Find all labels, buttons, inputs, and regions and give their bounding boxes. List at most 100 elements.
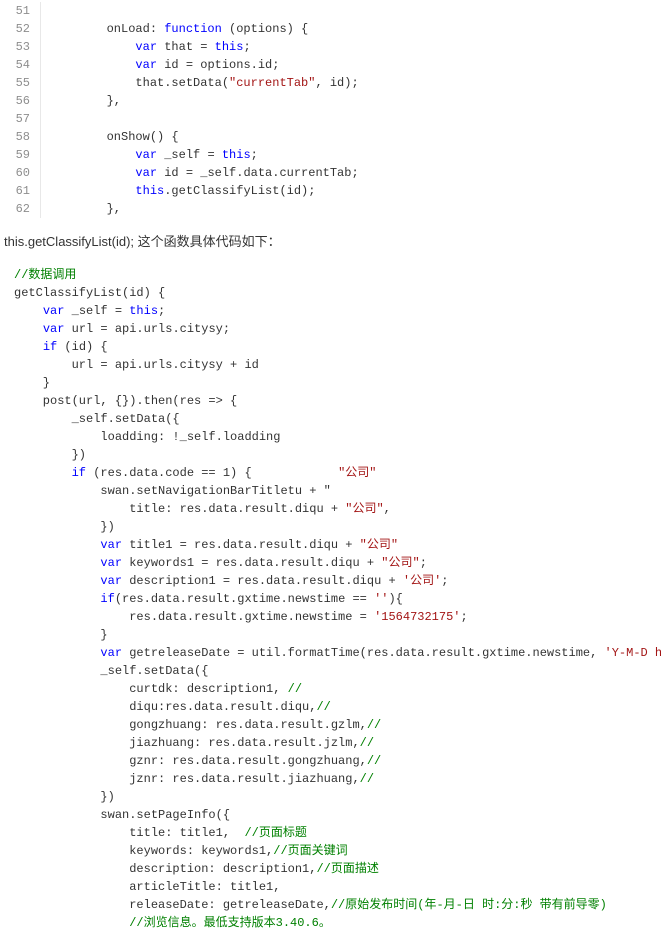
code-line: loadding: !_self.loadding: [14, 428, 661, 446]
code-line: var that = this;: [49, 38, 359, 56]
code-token: post(url, {}).then(res => {: [14, 394, 237, 408]
code-token: //原始发布时间(年-月-日 时:分:秒 带有前导零): [331, 898, 607, 912]
code-token: url = api.urls.citysy + id: [14, 358, 259, 372]
code-line: url = api.urls.citysy + id: [14, 356, 661, 374]
code-token: , id);: [315, 76, 358, 90]
code-token: title1 = res.data.result.diqu +: [122, 538, 360, 552]
code-token: },: [49, 94, 121, 108]
code-token: }): [14, 790, 115, 804]
code-line: gongzhuang: res.data.result.gzlm,//: [14, 716, 661, 734]
code-token: //: [360, 736, 374, 750]
code-token: swan.setNavigationBarTitletu + ": [14, 484, 331, 498]
line-number: 56: [8, 92, 30, 110]
line-number: 51: [8, 2, 30, 20]
code-token: }: [14, 376, 50, 390]
code-token: 'Y-M-D h:m:s': [605, 646, 661, 660]
code-line: var _self = this;: [49, 146, 359, 164]
code-line: }: [14, 626, 661, 644]
code-token: '1564732175': [374, 610, 460, 624]
code-token: //: [288, 682, 302, 696]
explanatory-text: this.getClassifyList(id); 这个函数具体代码如下：: [0, 218, 661, 262]
code-line: description: description1,//页面描述: [14, 860, 661, 878]
code-token: gznr: res.data.result.gongzhuang,: [14, 754, 367, 768]
code-line: onLoad: function (options) {: [49, 20, 359, 38]
code-token: var: [135, 166, 157, 180]
code-token: //: [316, 700, 330, 714]
code-line: jznr: res.data.result.jiazhuang,//: [14, 770, 661, 788]
code-line: releaseDate: getreleaseDate,//原始发布时间(年-月…: [14, 896, 661, 914]
code-token: }): [14, 448, 86, 462]
code-token: this: [215, 40, 244, 54]
code-token: }: [14, 628, 108, 642]
code-token: id = options.id;: [157, 58, 279, 72]
code-token: //页面关键词: [273, 844, 347, 858]
code-line: }): [14, 788, 661, 806]
code-token: keywords1 = res.data.result.diqu +: [122, 556, 381, 570]
line-number: 53: [8, 38, 30, 56]
code-line: _self.setData({: [14, 662, 661, 680]
code-token: ;: [420, 556, 427, 570]
code-line: var id = options.id;: [49, 56, 359, 74]
code-token: jiazhuang: res.data.result.jzlm,: [14, 736, 360, 750]
code-line: var url = api.urls.citysy;: [14, 320, 661, 338]
code-token: '公司': [403, 574, 441, 588]
code-line: swan.setNavigationBarTitletu + ": [14, 482, 661, 500]
code-token: var: [100, 574, 122, 588]
code-token: this: [135, 184, 164, 198]
code-line: if(res.data.result.gxtime.newstime == ''…: [14, 590, 661, 608]
line-number: 62: [8, 200, 30, 218]
code-line: var _self = this;: [14, 302, 661, 320]
code-token: var: [100, 538, 122, 552]
code-token: _self =: [64, 304, 129, 318]
code-token: if: [43, 340, 57, 354]
code-token: [49, 184, 135, 198]
code-token: var: [43, 322, 65, 336]
line-number: 59: [8, 146, 30, 164]
code-token: var: [135, 40, 157, 54]
code-block-snippet-2: //数据调用 getClassifyList(id) { var _self = …: [0, 262, 661, 932]
code-token: if: [100, 592, 114, 606]
code-line: if (res.data.code == 1) { "公司": [14, 464, 661, 482]
code-token: this: [222, 148, 251, 162]
code-line: getClassifyList(id) {: [14, 284, 661, 302]
code-line: [49, 110, 359, 128]
code-token: getreleaseDate = util.formatTime(res.dat…: [122, 646, 604, 660]
code-token: "公司": [345, 502, 383, 516]
code-token: [14, 322, 43, 336]
code-token: ,: [384, 502, 391, 516]
code-token: res.data.result.gxtime.newstime =: [14, 610, 374, 624]
code-token: [49, 58, 135, 72]
code-token: //: [367, 718, 381, 732]
code-token: that.setData(: [49, 76, 229, 90]
code-token: [49, 148, 135, 162]
code-block-snippet-1: 515253545556575859606162 onLoad: functio…: [0, 0, 661, 218]
line-number: 58: [8, 128, 30, 146]
code-token: //数据调用: [14, 268, 76, 282]
code-token: }): [14, 520, 115, 534]
code-token: swan.setPageInfo({: [14, 808, 230, 822]
code-token: [14, 916, 129, 930]
code-lines-1: onLoad: function (options) { var that = …: [41, 2, 359, 218]
code-token: title: title1,: [14, 826, 244, 840]
code-line: gznr: res.data.result.gongzhuang,//: [14, 752, 661, 770]
code-line: curtdk: description1, //: [14, 680, 661, 698]
code-token: //页面描述: [316, 862, 378, 876]
code-line: title: title1, //页面标题: [14, 824, 661, 842]
code-token: (res.data.result.gxtime.newstime ==: [115, 592, 374, 606]
code-token: [14, 538, 100, 552]
code-token: function: [164, 22, 222, 36]
code-token: .getClassifyList(id);: [164, 184, 315, 198]
code-token: _self.setData({: [14, 412, 180, 426]
code-token: "公司": [360, 538, 398, 552]
line-number: 52: [8, 20, 30, 38]
code-token: [49, 166, 135, 180]
code-token: _self.setData({: [14, 664, 208, 678]
code-token: [14, 646, 100, 660]
code-token: var: [43, 304, 65, 318]
code-line: title: res.data.result.diqu + "公司",: [14, 500, 661, 518]
code-token: url = api.urls.citysy;: [64, 322, 230, 336]
code-token: ){: [388, 592, 402, 606]
code-token: id = _self.data.currentTab;: [157, 166, 359, 180]
code-token: _self =: [157, 148, 222, 162]
code-line: },: [49, 200, 359, 218]
